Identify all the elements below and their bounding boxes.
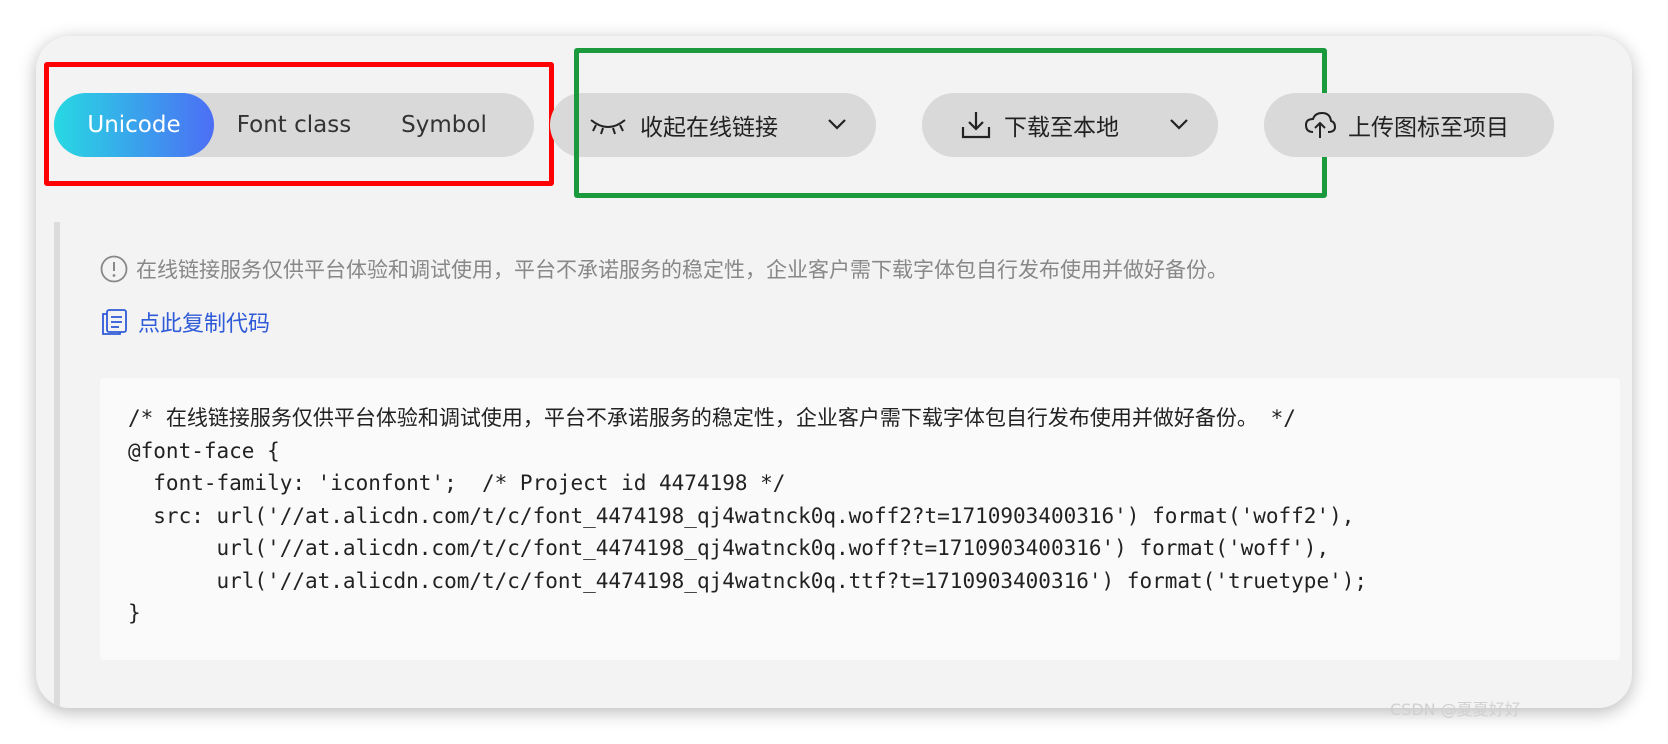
code-line: @font-face { [128,438,280,463]
csdn-watermark: CSDN @夏夏好好 [1390,700,1521,719]
font-face-code-block: /* 在线链接服务仅供平台体验和调试使用，平台不承诺服务的稳定性，企业客户需下载… [100,378,1620,660]
code-line: font-family: 'iconfont'; /* Project id 4… [128,471,786,495]
code-line: url('//at.alicdn.com/t/c/font_4474198_qj… [128,568,1368,593]
annotation-red-box [44,62,554,186]
notice-warning-text: 在线链接服务仅供平台体验和调试使用，平台不承诺服务的稳定性，企业客户需下载字体包… [136,258,1228,282]
cloud-upload-icon [1304,111,1336,139]
upload-icons-label: 上传图标至项目 [1348,115,1509,141]
exclamation-circle-icon [100,255,128,283]
annotation-green-box [574,48,1327,198]
online-link-notice: 在线链接服务仅供平台体验和调试使用，平台不承诺服务的稳定性，企业客户需下载字体包… [54,222,1620,708]
code-line: src: url('//at.alicdn.com/t/c/font_44741… [128,503,1355,528]
code-line: /* 在线链接服务仅供平台体验和调试使用，平台不承诺服务的稳定性，企业客户需下载… [128,406,1296,430]
upload-icons-button[interactable]: 上传图标至项目 [1264,93,1554,157]
copy-code-label: 点此复制代码 [138,312,271,337]
notice-warning: 在线链接服务仅供平台体验和调试使用，平台不承诺服务的稳定性，企业客户需下载字体包… [100,254,1228,284]
code-line: url('//at.alicdn.com/t/c/font_4474198_qj… [128,536,1330,560]
copy-code-link[interactable]: 点此复制代码 [100,306,270,338]
document-copy-icon [100,308,128,336]
iconfont-panel: Unicode Font class Symbol 收起在线链接 下载至本地 上… [36,36,1632,708]
code-line: } [128,601,141,625]
